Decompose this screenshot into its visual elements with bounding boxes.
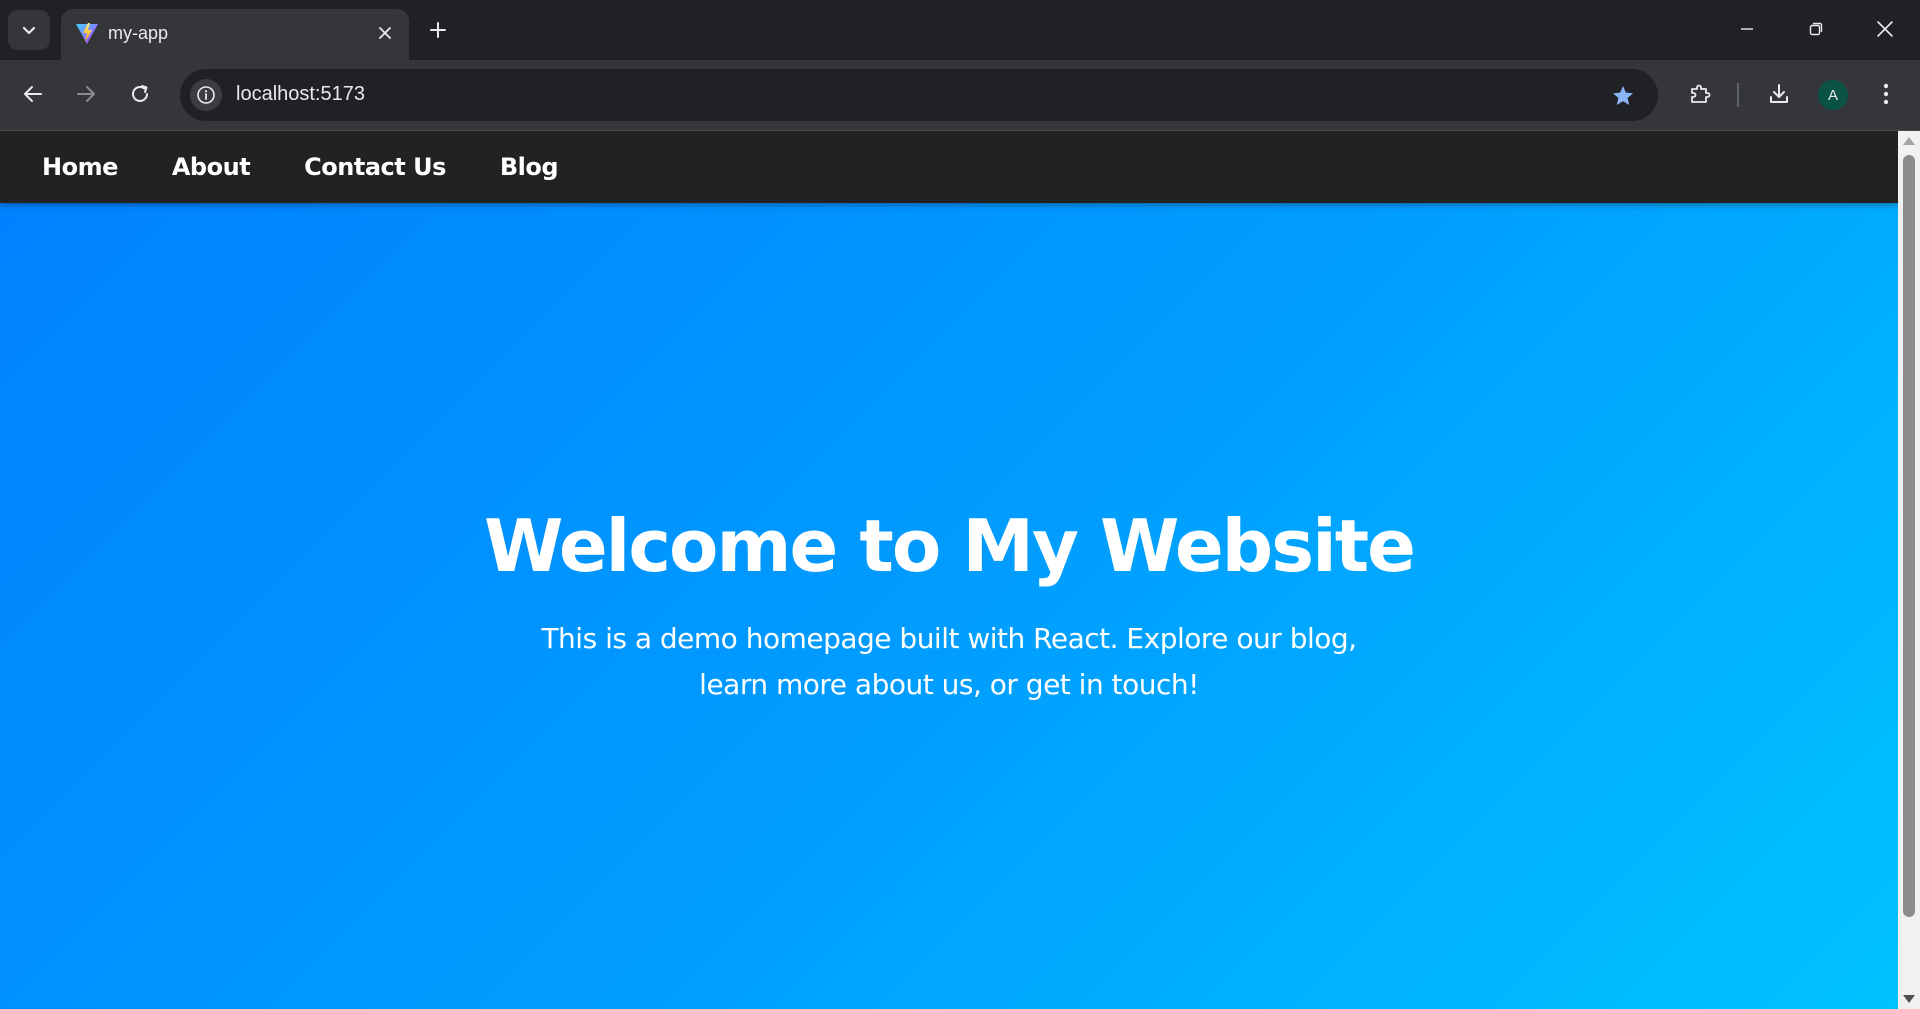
downloads-button[interactable]: [1759, 74, 1799, 114]
page-viewport: Home About Contact Us Blog Welcome to My…: [0, 131, 1898, 1009]
browser-menu-button[interactable]: [1866, 74, 1906, 114]
reload-button[interactable]: [120, 74, 160, 114]
hero-section: Welcome to My Website This is a demo hom…: [0, 203, 1898, 1009]
arrow-left-icon: [24, 86, 42, 102]
scroll-down-arrow-icon[interactable]: [1903, 995, 1915, 1003]
browser-tab[interactable]: my-app: [61, 9, 409, 60]
toolbar-divider: [1737, 83, 1739, 107]
nav-link-home[interactable]: Home: [42, 153, 118, 181]
back-button[interactable]: [13, 74, 53, 114]
url-text[interactable]: localhost:5173: [236, 83, 365, 106]
tab-search-button[interactable]: [8, 10, 50, 50]
close-window-button[interactable]: [1860, 8, 1910, 50]
nav-link-about[interactable]: About: [172, 153, 251, 181]
nav-link-contact-us[interactable]: Contact Us: [304, 153, 446, 181]
bookmark-button[interactable]: [1608, 81, 1638, 111]
scrollbar-thumb[interactable]: [1903, 155, 1915, 917]
page-scrollbar[interactable]: [1898, 131, 1920, 1009]
browser-tabstrip: my-app: [0, 0, 1920, 60]
tab-title: my-app: [108, 23, 169, 43]
site-info-button[interactable]: [190, 79, 222, 111]
star-icon: [1613, 86, 1633, 105]
extensions-button[interactable]: [1680, 74, 1720, 114]
nav-link-blog[interactable]: Blog: [500, 153, 559, 181]
plus-icon: [430, 22, 446, 38]
browser-toolbar: localhost:5173 A: [0, 60, 1920, 130]
nav-links: Home About Contact Us Blog: [42, 131, 559, 203]
restore-icon: [1809, 22, 1823, 36]
new-tab-button[interactable]: [424, 12, 452, 48]
forward-button[interactable]: [66, 74, 106, 114]
info-icon: [197, 86, 215, 104]
minimize-button[interactable]: [1722, 8, 1772, 50]
minimize-icon: [1741, 28, 1753, 30]
address-bar[interactable]: localhost:5173: [180, 69, 1658, 121]
download-icon: [1770, 84, 1788, 103]
tab-close-button[interactable]: [373, 21, 397, 45]
chevron-down-icon: [22, 26, 36, 35]
arrow-right-icon: [77, 86, 95, 102]
hero-title: Welcome to My Website: [483, 504, 1416, 588]
puzzle-icon: [1691, 84, 1711, 103]
reload-icon: [132, 85, 148, 102]
restore-button[interactable]: [1791, 8, 1841, 50]
profile-avatar[interactable]: A: [1818, 80, 1848, 110]
scroll-up-arrow-icon[interactable]: [1903, 137, 1915, 145]
close-icon: [379, 27, 391, 39]
vite-logo-icon: [76, 23, 98, 44]
kebab-menu-icon: [1883, 83, 1889, 105]
site-navbar: Home About Contact Us Blog: [0, 131, 1898, 203]
close-icon: [1877, 21, 1893, 37]
hero-description: This is a demo homepage built with React…: [541, 622, 1357, 701]
